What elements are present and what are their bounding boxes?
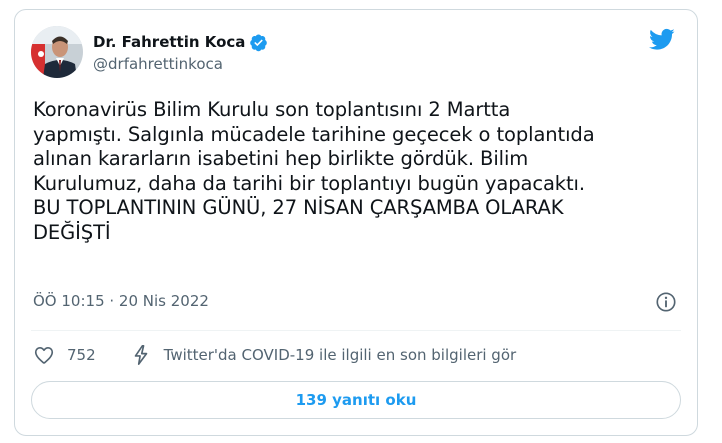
- info-icon[interactable]: [655, 291, 677, 313]
- tweet-timestamp[interactable]: ÖÖ 10:15 · 20 Nis 2022: [33, 292, 209, 310]
- author-names: Dr. Fahrettin Koca @drfahrettinkoca: [93, 31, 268, 73]
- covid-info-text: Twitter'da COVID-19 ile ilgili en son bi…: [163, 346, 517, 364]
- twitter-bird-icon[interactable]: [647, 26, 677, 52]
- author-display-name[interactable]: Dr. Fahrettin Koca: [93, 33, 245, 51]
- author-handle[interactable]: @drfahrettinkoca: [93, 55, 268, 73]
- heart-icon: [34, 347, 54, 364]
- avatar[interactable]: [31, 26, 83, 78]
- like-button[interactable]: 752: [33, 344, 96, 366]
- like-count: 752: [67, 346, 96, 364]
- covid-info-link[interactable]: Twitter'da COVID-19 ile ilgili en son bi…: [130, 344, 517, 366]
- read-replies-button[interactable]: 139 yanıtı oku: [31, 381, 681, 419]
- verified-badge-icon: [249, 33, 268, 52]
- tweet-text: Koronavirüs Bilim Kurulu son toplantısın…: [33, 98, 595, 244]
- tweet-actions: 752 Twitter'da COVID-19 ile ilgili en so…: [33, 342, 516, 368]
- name-row: Dr. Fahrettin Koca: [93, 31, 268, 53]
- tweet-header: Dr. Fahrettin Koca @drfahrettinkoca: [31, 24, 268, 80]
- lightning-icon: [134, 345, 147, 365]
- tweet-card: Dr. Fahrettin Koca @drfahrettinkoca Koro…: [14, 9, 698, 436]
- divider: [31, 330, 681, 331]
